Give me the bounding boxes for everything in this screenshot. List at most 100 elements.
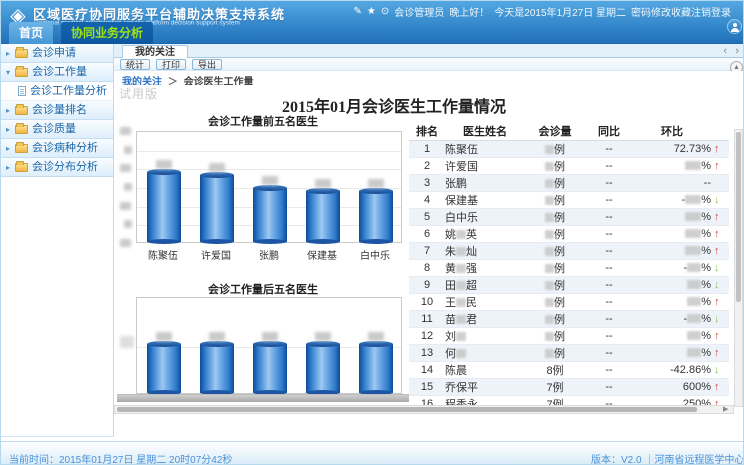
trend-cell: ↓ [711, 361, 729, 378]
sidebar-item-会诊分布分析[interactable]: ▸会诊分布分析 [1, 158, 113, 177]
sidebar-item-会诊工作量[interactable]: ▾会诊工作量 [1, 63, 113, 82]
bar-doctor-pos5 [359, 344, 393, 393]
y-tick-redacted [124, 183, 132, 191]
vertical-scrollbar[interactable] [734, 129, 743, 407]
chart-bottom5-doctors: 会诊工作量后五名医生 [117, 279, 409, 407]
toolbar: 统计打印导出 [114, 58, 744, 71]
redacted-text [545, 230, 554, 239]
sidebar-menu: ▸会诊申请▾会诊工作量会诊工作量分析▸会诊量排名▸会诊质量▸会诊病种分析▸会诊分… [1, 44, 114, 438]
trend-cell: ↓ [711, 310, 729, 327]
tab-scroll-right-icon[interactable]: › [735, 45, 739, 57]
consult-volume-cell: 例 [525, 276, 585, 293]
doctor-name-link[interactable]: 许爱国 [445, 157, 525, 174]
trend-cell: ↓ [711, 276, 729, 293]
yoy-cell: -- [585, 361, 633, 378]
trend-up-arrow-icon: ↑ [714, 347, 720, 359]
doctor-name-link[interactable]: 何 [445, 344, 525, 361]
sidebar-subitem-会诊工作量分析[interactable]: 会诊工作量分析 [1, 82, 113, 101]
table-row: 4保建基例---%↓ [409, 191, 729, 208]
toolbar-button-统计[interactable]: 统计 [120, 59, 150, 70]
redacted-text [545, 213, 554, 222]
mom-cell: -% [633, 259, 711, 276]
nav-tab-home[interactable]: 首页 [9, 22, 53, 44]
redacted-text [687, 263, 701, 272]
toolbar-button-打印[interactable]: 打印 [156, 59, 186, 70]
column-header: 环比 [633, 123, 711, 140]
floating-user-icon[interactable] [727, 19, 742, 34]
document-icon [18, 86, 26, 96]
power-icon[interactable]: ⊙ [381, 6, 389, 17]
status-bar: 当前时间：2015年01月27日 星期二 20时07分42秒 版本：V2.0 ｜… [1, 441, 744, 465]
bar-doctor-陈聚伍 [147, 172, 181, 242]
doctor-name-link[interactable]: 保建基 [445, 191, 525, 208]
version-info: 版本：V2.0 ｜河南省远程医学中心 [591, 451, 744, 465]
redacted-text [687, 314, 701, 323]
doctor-name-link[interactable]: 朱灿 [445, 242, 525, 259]
y-tick-redacted [120, 127, 131, 135]
bar-doctor-pos4 [306, 344, 340, 393]
chart-3d-floor [117, 394, 409, 402]
table-row: 2许爱国例--%↑ [409, 157, 729, 174]
mom-cell: % [633, 276, 711, 293]
breadcrumb: 我的关注 ＞ 会诊医生工作量 [114, 71, 744, 85]
doctor-name-link[interactable]: 田超 [445, 276, 525, 293]
sidebar-item-会诊量排名[interactable]: ▸会诊量排名 [1, 101, 113, 120]
folder-icon [15, 163, 28, 172]
sidebar-item-会诊申请[interactable]: ▸会诊申请 [1, 44, 113, 63]
folder-icon [15, 144, 28, 153]
doctor-name-link[interactable]: 白中乐 [445, 208, 525, 225]
doctor-name-link[interactable]: 刘 [445, 327, 525, 344]
mom-cell: % [633, 242, 711, 259]
consult-volume-cell: 例 [525, 225, 585, 242]
date-info: 今天是2015年1月27日 星期二 [494, 4, 626, 19]
horizontal-scrollbar-thumb[interactable] [117, 407, 697, 412]
mom-cell: 600% [633, 378, 711, 395]
chevron-right-icon: ▸ [6, 158, 15, 177]
table-row: 14陈晨8例---42.86%↓ [409, 361, 729, 378]
tab-scroll-left-icon[interactable]: ‹ [723, 45, 727, 57]
redacted-text [456, 349, 466, 358]
x-axis-label: 白中乐 [345, 247, 405, 262]
user-bar: ✎ ★ ⊙ 会诊管理员 晚上好！ 今天是2015年1月27日 星期二 密码修改收… [354, 4, 731, 18]
pencil-icon[interactable]: ✎ [354, 6, 362, 17]
bar-doctor-pos2 [200, 344, 234, 393]
consult-volume-cell: 例 [525, 174, 585, 191]
doctor-name-link[interactable]: 姚英 [445, 225, 525, 242]
consult-volume-cell: 例 [525, 140, 585, 157]
sidebar-subitem-label: 会诊工作量分析 [30, 82, 107, 101]
column-header: 会诊量 [525, 123, 585, 140]
mom-cell: % [633, 344, 711, 361]
nav-tab-collab-analysis[interactable]: 协同业务分析 [61, 22, 153, 44]
chart-title: 会诊工作量后五名医生 [117, 281, 409, 297]
doctor-name-link[interactable]: 王民 [445, 293, 525, 310]
doctor-name-link[interactable]: 陈聚伍 [445, 140, 525, 157]
bar-value-redacted [209, 163, 225, 172]
doctor-name-link[interactable]: 张鹏 [445, 174, 525, 191]
header-link-注销登录[interactable]: 注销登录 [691, 8, 731, 19]
horizontal-scrollbar[interactable]: ▶ [114, 405, 734, 414]
star-icon[interactable]: ★ [367, 6, 376, 17]
sidebar-item-会诊病种分析[interactable]: ▸会诊病种分析 [1, 139, 113, 158]
doctor-name-link[interactable]: 苗君 [445, 310, 525, 327]
mom-cell: -42.86% [633, 361, 711, 378]
header-link-密码修改[interactable]: 密码修改 [631, 8, 671, 19]
header-link-收藏[interactable]: 收藏 [671, 8, 691, 19]
y-tick-redacted [120, 336, 134, 348]
rank-cell: 12 [409, 327, 445, 344]
column-header-trend [711, 123, 729, 140]
tab-my-focus[interactable]: 我的关注 [122, 45, 188, 58]
toolbar-button-导出[interactable]: 导出 [192, 59, 222, 70]
chevron-right-icon: ▸ [6, 120, 15, 139]
doctor-name-link[interactable]: 陈晨 [445, 361, 525, 378]
scroll-right-arrow-icon[interactable]: ▶ [723, 405, 728, 413]
rank-cell: 11 [409, 310, 445, 327]
trend-up-arrow-icon: ↑ [714, 228, 720, 240]
sidebar-item-label: 会诊量排名 [32, 101, 87, 120]
yoy-cell: -- [585, 242, 633, 259]
vertical-scrollbar-thumb[interactable] [736, 132, 741, 302]
rank-cell: 8 [409, 259, 445, 276]
sidebar-item-会诊质量[interactable]: ▸会诊质量 [1, 120, 113, 139]
sidebar-item-label: 会诊工作量 [32, 63, 87, 82]
doctor-name-link[interactable]: 黄强 [445, 259, 525, 276]
doctor-name-link[interactable]: 乔保平 [445, 378, 525, 395]
